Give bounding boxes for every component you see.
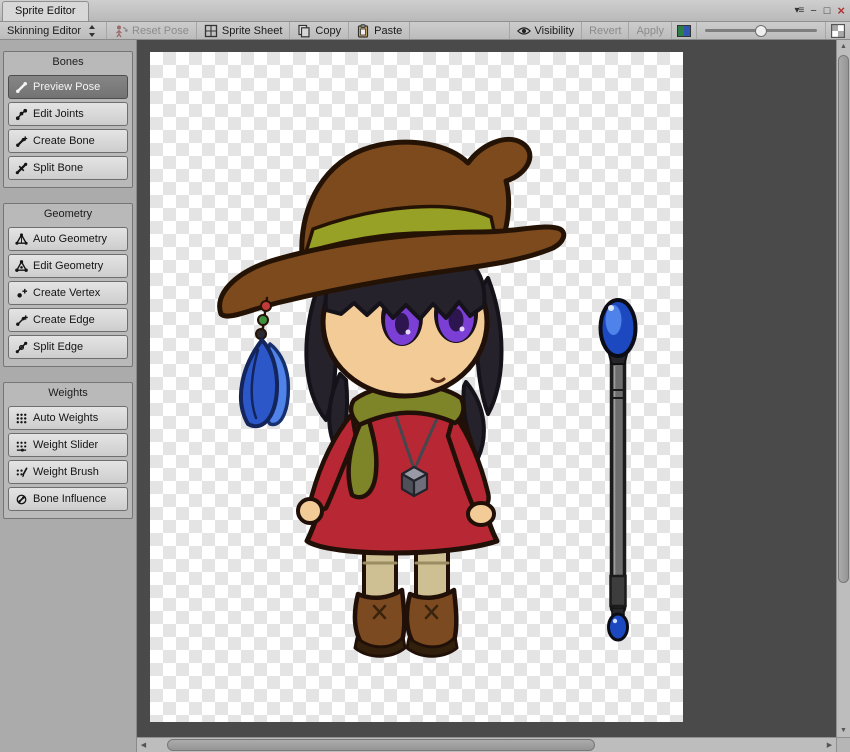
split-bone-button[interactable]: Split Bone bbox=[8, 156, 128, 180]
editor-canvas[interactable] bbox=[137, 40, 836, 737]
rgb-swatch-toggle[interactable] bbox=[671, 22, 696, 39]
split-edge-button[interactable]: Split Edge bbox=[8, 335, 128, 359]
create-bone-button[interactable]: Create Bone bbox=[8, 129, 128, 153]
tool-label: Split Bone bbox=[33, 162, 84, 174]
vertical-scrollbar[interactable]: ▲ ▼ bbox=[836, 40, 850, 737]
tool-label: Create Bone bbox=[33, 135, 95, 147]
create-vertex-button[interactable]: Create Vertex bbox=[8, 281, 128, 305]
edit-joints-icon bbox=[15, 108, 28, 120]
skinning-sidebar: Bones Preview Pose Edit Joints Create Bo… bbox=[0, 40, 137, 752]
scrollbar-corner bbox=[836, 737, 850, 752]
tool-label: Create Edge bbox=[33, 314, 95, 326]
panel-title-weights: Weights bbox=[48, 387, 88, 399]
scroll-right-arrow-icon[interactable]: ▶ bbox=[823, 738, 836, 752]
zoom-slider-track[interactable] bbox=[705, 24, 817, 37]
window-menu-icon[interactable]: ▾≡ bbox=[794, 0, 804, 22]
alpha-checker-icon bbox=[831, 23, 845, 38]
eye-icon bbox=[516, 26, 531, 35]
scroll-left-arrow-icon[interactable]: ◀ bbox=[137, 738, 150, 752]
tool-label: Edit Joints bbox=[33, 108, 84, 120]
weight-slider-button[interactable]: Weight Slider bbox=[8, 433, 128, 457]
weight-slider-icon bbox=[16, 441, 27, 452]
visibility-button[interactable]: Visibility bbox=[508, 22, 582, 39]
staff-sprite bbox=[598, 298, 638, 642]
sprite-artwork bbox=[217, 136, 638, 658]
tool-label: Auto Geometry bbox=[33, 233, 107, 245]
tool-label: Preview Pose bbox=[33, 81, 101, 93]
bone-influence-button[interactable]: Bone Influence bbox=[8, 487, 128, 511]
preview-pose-icon bbox=[16, 81, 27, 93]
zoom-slider-handle[interactable] bbox=[755, 24, 767, 37]
zoom-slider[interactable] bbox=[696, 22, 825, 39]
titlebar: Sprite Editor ▾≡ − □ × bbox=[0, 0, 850, 22]
edit-geometry-button[interactable]: Edit Geometry bbox=[8, 254, 128, 278]
alpha-toggle[interactable] bbox=[825, 22, 850, 39]
minimize-button[interactable]: − bbox=[810, 0, 816, 22]
weight-brush-button[interactable]: Weight Brush bbox=[8, 460, 128, 484]
split-edge-icon bbox=[15, 341, 28, 353]
split-bone-icon bbox=[15, 162, 28, 174]
tool-label: Split Edge bbox=[33, 341, 84, 353]
bone-influence-icon bbox=[16, 494, 27, 504]
create-edge-icon bbox=[16, 314, 28, 326]
edit-joints-button[interactable]: Edit Joints bbox=[8, 102, 128, 126]
tool-label: Weight Slider bbox=[33, 439, 99, 451]
tool-label: Bone Influence bbox=[33, 493, 107, 505]
auto-weights-icon bbox=[16, 413, 27, 423]
weight-brush-icon bbox=[16, 466, 28, 477]
close-button[interactable]: × bbox=[837, 0, 845, 22]
horizontal-scrollbar-thumb[interactable] bbox=[167, 739, 595, 751]
vertical-scrollbar-thumb[interactable] bbox=[838, 55, 849, 583]
sprite-canvas[interactable] bbox=[150, 52, 683, 722]
tool-label: Weight Brush bbox=[33, 466, 99, 478]
preview-pose-button[interactable]: Preview Pose bbox=[8, 75, 128, 99]
auto-weights-button[interactable]: Auto Weights bbox=[8, 406, 128, 430]
scroll-up-arrow-icon[interactable]: ▲ bbox=[837, 40, 850, 53]
create-bone-icon bbox=[16, 135, 28, 147]
window-tab[interactable]: Sprite Editor bbox=[2, 1, 89, 21]
horizontal-scrollbar[interactable]: ◀ ▶ bbox=[137, 737, 836, 752]
paste-icon bbox=[358, 23, 369, 38]
weights-panel: Weights Auto Weights Weight Slider Weigh… bbox=[3, 382, 133, 519]
skinning-editor-dropdown[interactable]: Skinning Editor bbox=[0, 22, 107, 39]
auto-geometry-button[interactable]: Auto Geometry bbox=[8, 227, 128, 251]
tool-label: Create Vertex bbox=[33, 287, 101, 299]
copy-button[interactable]: Copy bbox=[290, 22, 350, 39]
copy-icon bbox=[298, 24, 311, 37]
create-edge-button[interactable]: Create Edge bbox=[8, 308, 128, 332]
sprite-sheet-button[interactable]: Sprite Sheet bbox=[197, 22, 291, 39]
revert-button[interactable]: Revert bbox=[581, 22, 628, 39]
paste-button[interactable]: Paste bbox=[349, 22, 411, 39]
sprite-sheet-icon bbox=[204, 24, 218, 37]
scroll-down-arrow-icon[interactable]: ▼ bbox=[837, 724, 850, 737]
updown-arrows-icon bbox=[89, 24, 95, 37]
geometry-panel: Geometry Auto Geometry Edit Geometry Cre… bbox=[3, 203, 133, 367]
rgb-swatch-icon bbox=[677, 24, 691, 37]
toolbar: Skinning Editor Reset Pose Sprite Sheet … bbox=[0, 22, 850, 40]
reset-pose-icon bbox=[116, 25, 128, 37]
tool-label: Auto Weights bbox=[33, 412, 99, 424]
window-tab-title: Sprite Editor bbox=[15, 5, 76, 17]
bones-panel: Bones Preview Pose Edit Joints Create Bo… bbox=[3, 51, 133, 188]
edit-geometry-icon bbox=[15, 259, 28, 272]
character-sprite bbox=[217, 136, 567, 658]
maximize-button[interactable]: □ bbox=[824, 0, 831, 22]
panel-title-geometry: Geometry bbox=[43, 208, 93, 220]
tool-label: Edit Geometry bbox=[33, 260, 104, 272]
auto-geometry-icon bbox=[15, 232, 28, 245]
reset-pose-button[interactable]: Reset Pose bbox=[107, 22, 197, 39]
window-controls: ▾≡ − □ × bbox=[794, 0, 845, 22]
panel-title-bones: Bones bbox=[52, 56, 84, 68]
apply-button[interactable]: Apply bbox=[628, 22, 671, 39]
toolbar-right-group: Visibility Revert Apply bbox=[508, 22, 850, 39]
create-vertex-icon bbox=[17, 288, 28, 298]
